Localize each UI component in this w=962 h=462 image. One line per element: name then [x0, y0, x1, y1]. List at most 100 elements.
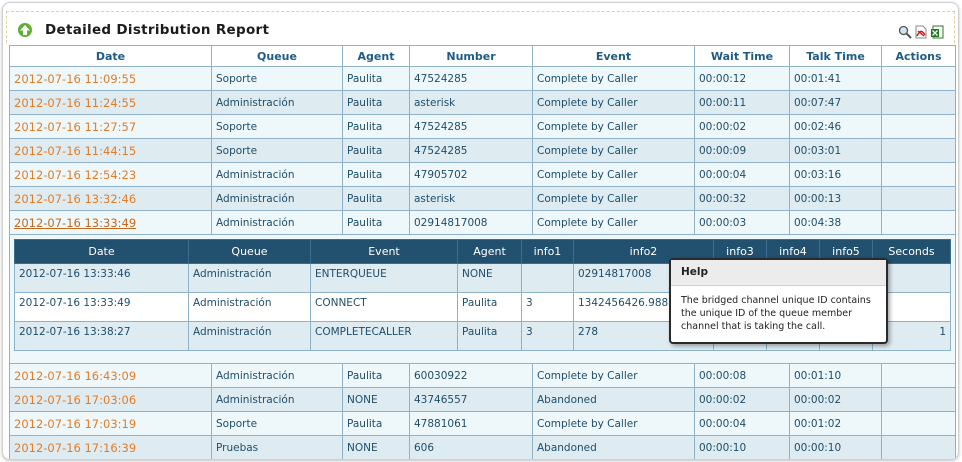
detail-event-cell: ENTERQUEUE: [310, 263, 458, 293]
agent-cell: Paulita: [342, 90, 410, 115]
wait-time-cell: 00:00:12: [694, 66, 790, 91]
number-cell: 47905702: [409, 162, 533, 187]
queue-cell: Administración: [211, 90, 343, 115]
queue-cell: Administración: [211, 186, 343, 211]
agent-cell: Paulita: [342, 66, 410, 91]
number-cell: 60030922: [409, 363, 533, 388]
column-header-queue[interactable]: Queue: [211, 45, 343, 67]
date-link[interactable]: 2012-07-16 17:03:06: [9, 387, 212, 412]
detail-queue-cell: Administración: [188, 263, 311, 293]
table-row: 2012-07-16 17:03:19 Soporte Paulita 4788…: [9, 411, 956, 436]
agent-cell: Paulita: [342, 363, 410, 388]
agent-cell: Paulita: [342, 210, 410, 235]
event-cell: Abandoned: [532, 435, 695, 459]
excel-export-icon[interactable]: [930, 25, 944, 39]
detail-agent-cell: NONE: [457, 263, 522, 293]
queue-cell: Administración: [211, 162, 343, 187]
agent-cell: Paulita: [342, 186, 410, 211]
actions-cell: [881, 186, 956, 211]
table-row: 2012-07-16 12:54:23 Administración Pauli…: [9, 162, 956, 187]
date-link[interactable]: 2012-07-16 11:09:55: [9, 66, 212, 91]
actions-cell: [881, 114, 956, 139]
date-link[interactable]: 2012-07-16 12:54:23: [9, 162, 212, 187]
event-cell: Abandoned: [532, 387, 695, 412]
actions-cell: [881, 90, 956, 115]
detail-agent-cell: Paulita: [457, 321, 522, 351]
event-cell: Complete by Caller: [532, 66, 695, 91]
event-cell: Complete by Caller: [532, 114, 695, 139]
detail-header-date: Date: [14, 239, 189, 264]
help-tooltip-body: The bridged channel unique ID contains t…: [681, 295, 871, 332]
detail-info1-cell: [521, 263, 574, 293]
date-link[interactable]: 2012-07-16 16:43:09: [9, 363, 212, 388]
column-header-agent[interactable]: Agent: [342, 45, 410, 67]
help-tooltip-title: Help: [671, 260, 886, 286]
distribution-table: Date Queue Agent Number Event Wait Time …: [9, 45, 956, 459]
event-cell: Complete by Caller: [532, 90, 695, 115]
zoom-icon[interactable]: [898, 25, 912, 39]
number-cell: 47524285: [409, 66, 533, 91]
event-cell: Complete by Caller: [532, 363, 695, 388]
column-header-wait-time[interactable]: Wait Time: [694, 45, 790, 67]
table-row: 2012-07-16 11:24:55 Administración Pauli…: [9, 90, 956, 115]
talk-time-cell: 00:00:13: [789, 186, 882, 211]
wait-time-cell: 00:00:02: [694, 387, 790, 412]
column-header-event[interactable]: Event: [532, 45, 695, 67]
event-cell: Complete by Caller: [532, 210, 695, 235]
event-cell: Complete by Caller: [532, 138, 695, 163]
talk-time-cell: 00:03:01: [789, 138, 882, 163]
detail-queue-cell: Administración: [188, 321, 311, 351]
actions-cell: [881, 387, 956, 412]
date-link[interactable]: 2012-07-16 17:16:39: [9, 435, 212, 459]
talk-time-cell: 00:01:02: [789, 411, 882, 436]
talk-time-cell: 00:03:16: [789, 162, 882, 187]
actions-cell: [881, 210, 956, 235]
date-link[interactable]: 2012-07-16 13:32:46: [9, 186, 212, 211]
report-header: Detailed Distribution Report: [6, 11, 955, 43]
table-row-selected: 2012-07-16 13:33:49 Administración Pauli…: [9, 210, 956, 235]
wait-time-cell: 00:00:10: [694, 435, 790, 459]
date-link-selected[interactable]: 2012-07-16 13:33:49: [9, 210, 212, 235]
up-arrow-icon[interactable]: [17, 22, 33, 38]
number-cell: 02914817008: [409, 210, 533, 235]
event-cell: Complete by Caller: [532, 411, 695, 436]
date-link[interactable]: 2012-07-16 11:27:57: [9, 114, 212, 139]
detail-date-cell: 2012-07-16 13:33:49: [14, 292, 189, 322]
agent-cell: NONE: [342, 435, 410, 459]
number-cell: 47524285: [409, 138, 533, 163]
queue-cell: Soporte: [211, 66, 343, 91]
queue-cell: Soporte: [211, 138, 343, 163]
queue-cell: Pruebas: [211, 435, 343, 459]
number-cell: 47881061: [409, 411, 533, 436]
date-link[interactable]: 2012-07-16 11:44:15: [9, 138, 212, 163]
table-row: 2012-07-16 11:09:55 Soporte Paulita 4752…: [9, 66, 956, 91]
agent-cell: Paulita: [342, 138, 410, 163]
wait-time-cell: 00:00:09: [694, 138, 790, 163]
wait-time-cell: 00:00:04: [694, 411, 790, 436]
detail-header-queue: Queue: [188, 239, 311, 264]
event-cell: Complete by Caller: [532, 162, 695, 187]
wait-time-cell: 00:00:32: [694, 186, 790, 211]
talk-time-cell: 00:01:41: [789, 66, 882, 91]
event-cell: Complete by Caller: [532, 186, 695, 211]
date-link-text[interactable]: 2012-07-16 13:33:49: [14, 216, 136, 230]
wait-time-cell: 00:00:08: [694, 363, 790, 388]
wait-time-cell: 00:00:04: [694, 162, 790, 187]
queue-cell: Soporte: [211, 411, 343, 436]
column-header-date[interactable]: Date: [9, 45, 212, 67]
queue-cell: Soporte: [211, 114, 343, 139]
actions-cell: [881, 411, 956, 436]
number-cell: asterisk: [409, 90, 533, 115]
talk-time-cell: 00:04:38: [789, 210, 882, 235]
detail-agent-cell: Paulita: [457, 292, 522, 322]
date-link[interactable]: 2012-07-16 17:03:19: [9, 411, 212, 436]
pdf-export-icon[interactable]: [914, 25, 928, 39]
help-tooltip: Help The bridged channel unique ID conta…: [669, 258, 888, 344]
actions-cell: [881, 363, 956, 388]
column-header-talk-time[interactable]: Talk Time: [789, 45, 882, 67]
detail-date-cell: 2012-07-16 13:33:46: [14, 263, 189, 293]
table-row: 2012-07-16 16:43:09 Administración Pauli…: [9, 363, 956, 388]
date-link[interactable]: 2012-07-16 11:24:55: [9, 90, 212, 115]
detail-date-cell: 2012-07-16 13:38:27: [14, 321, 189, 351]
column-header-number[interactable]: Number: [409, 45, 533, 67]
